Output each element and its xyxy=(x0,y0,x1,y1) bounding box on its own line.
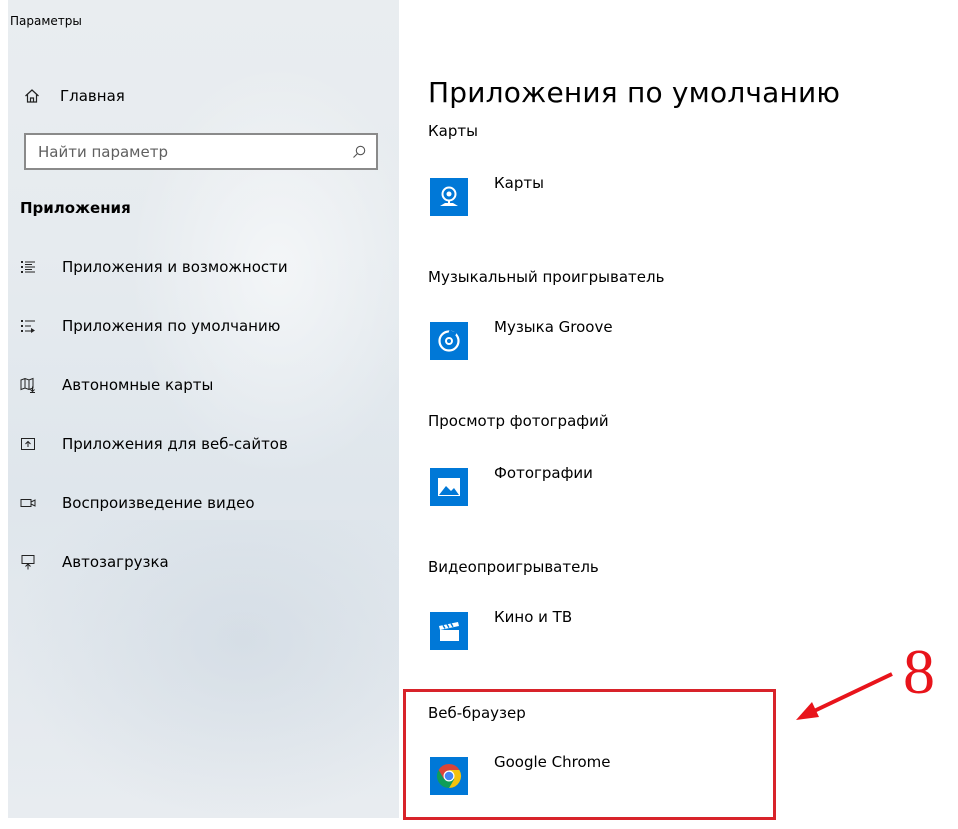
sidebar-item-label: Приложения и возможности xyxy=(62,258,288,276)
apps-features-icon xyxy=(20,259,42,275)
highlight-box xyxy=(403,689,776,820)
offline-maps-icon xyxy=(20,377,42,393)
startup-icon xyxy=(20,554,42,570)
sidebar-item-apps-websites[interactable]: Приложения для веб-сайтов xyxy=(20,431,288,457)
window-title: Параметры xyxy=(10,14,82,28)
app-name: Музыка Groove xyxy=(494,318,613,336)
default-app-music[interactable]: Музыка Groove xyxy=(430,318,613,360)
app-name: Кино и ТВ xyxy=(494,608,573,626)
sidebar-item-label: Воспроизведение видео xyxy=(62,494,255,512)
sidebar-item-label: Приложения для веб-сайтов xyxy=(62,435,288,453)
section-heading: Приложения xyxy=(20,199,131,217)
default-apps-icon xyxy=(20,318,42,334)
default-app-video[interactable]: Кино и ТВ xyxy=(430,608,572,650)
home-label: Главная xyxy=(60,87,125,105)
home-icon xyxy=(22,88,42,104)
annotation-arrow xyxy=(796,672,893,720)
category-label-maps: Карты xyxy=(428,122,478,140)
photos-app-icon xyxy=(430,468,468,506)
category-label-photos: Просмотр фотографий xyxy=(428,412,609,430)
search-field[interactable] xyxy=(24,133,378,170)
sidebar-item-label: Автономные карты xyxy=(62,376,214,394)
sidebar-item-label: Автозагрузка xyxy=(62,553,169,571)
search-input[interactable] xyxy=(26,135,342,168)
step-number-label: 8 xyxy=(903,636,935,707)
sidebar-item-default-apps[interactable]: Приложения по умолчанию xyxy=(20,313,280,339)
app-name: Карты xyxy=(494,174,544,192)
maps-app-icon xyxy=(430,178,468,216)
default-app-maps[interactable]: Карты xyxy=(430,174,544,216)
search-icon[interactable] xyxy=(342,145,376,159)
sidebar-item-video-playback[interactable]: Воспроизведение видео xyxy=(20,490,255,516)
apps-for-websites-icon xyxy=(20,436,42,452)
video-playback-icon xyxy=(20,495,42,511)
groove-music-icon xyxy=(430,322,468,360)
movies-tv-icon xyxy=(430,612,468,650)
default-app-photos[interactable]: Фотографии xyxy=(430,464,593,506)
category-label-video: Видеопроигрыватель xyxy=(428,558,599,576)
settings-sidebar: Параметры Главная Приложения Приложения … xyxy=(8,0,399,818)
home-nav-item[interactable]: Главная xyxy=(22,84,125,108)
page-title: Приложения по умолчанию xyxy=(428,76,841,109)
app-name: Фотографии xyxy=(494,464,593,482)
sidebar-item-startup[interactable]: Автозагрузка xyxy=(20,549,169,575)
sidebar-item-label: Приложения по умолчанию xyxy=(62,317,281,335)
sidebar-item-apps-features[interactable]: Приложения и возможности xyxy=(20,254,288,280)
category-label-music: Музыкальный проигрыватель xyxy=(428,268,665,286)
sidebar-item-offline-maps[interactable]: Автономные карты xyxy=(20,372,213,398)
